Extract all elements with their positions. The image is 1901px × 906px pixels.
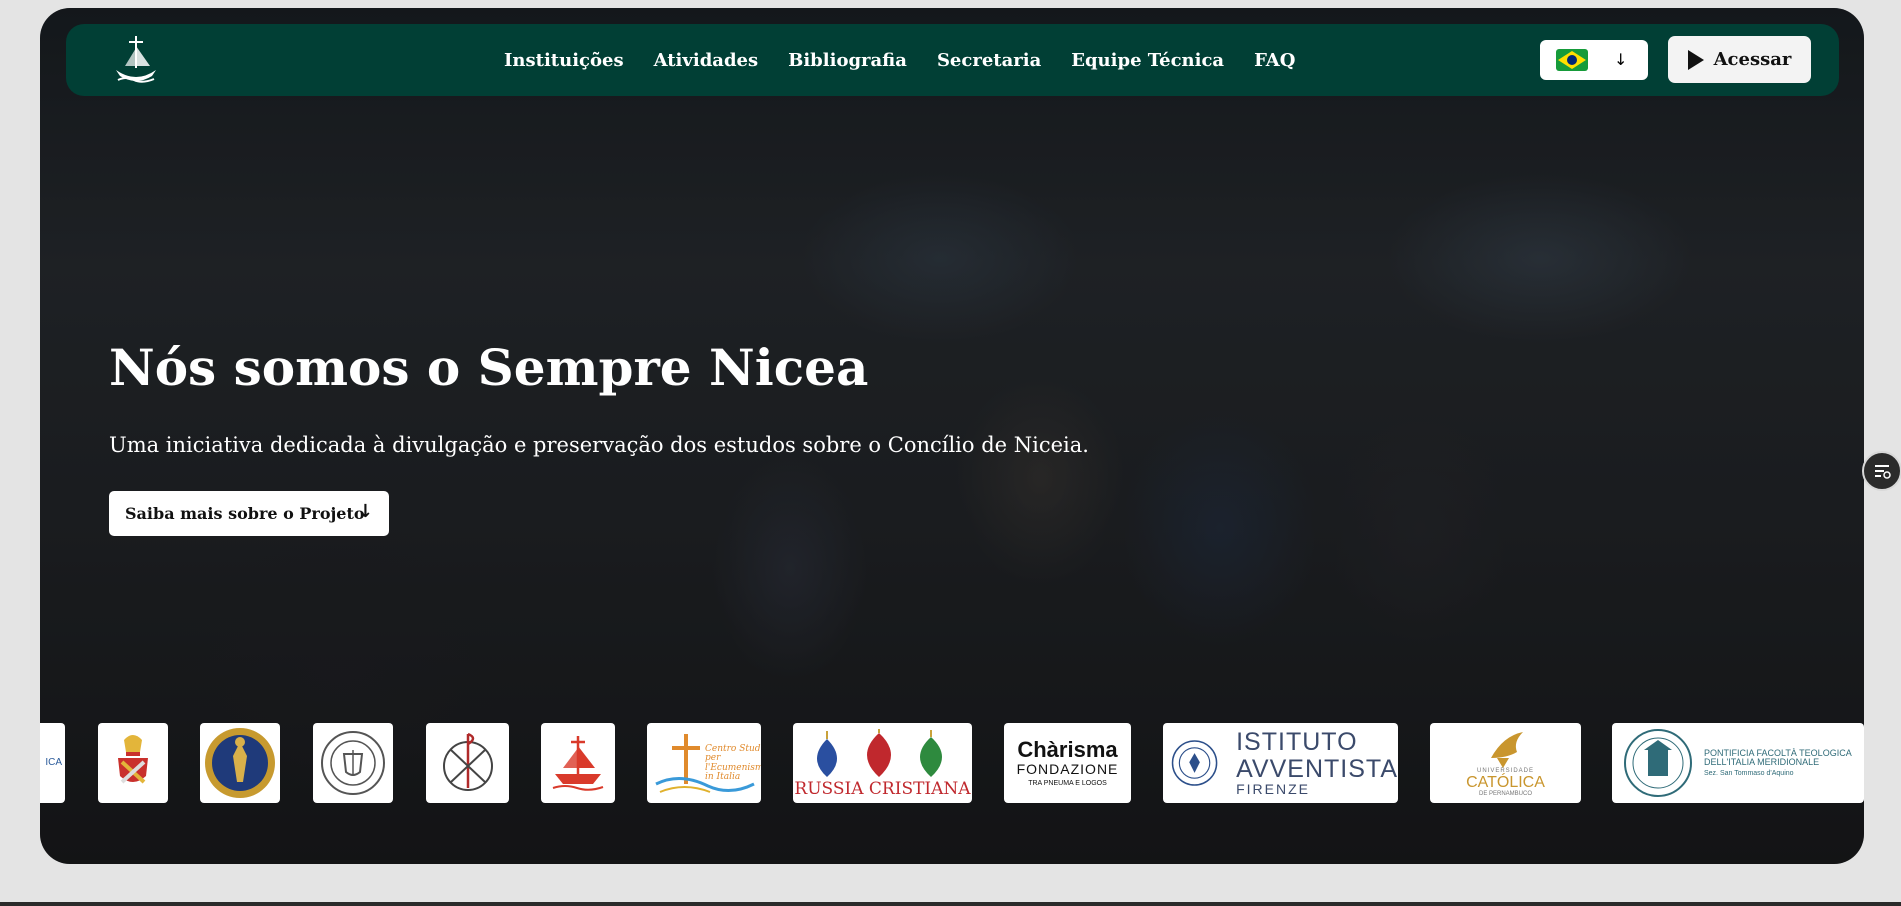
play-icon [1687, 49, 1704, 70]
nav-equipe-tecnica[interactable]: Equipe Técnica [1071, 50, 1224, 71]
nav-instituicoes[interactable]: Instituições [504, 50, 624, 71]
page-title: Nós somos o Sempre Nicea [109, 338, 869, 397]
arrow-down-icon: ↓ [1614, 50, 1628, 69]
partner-logo-gold-seal[interactable] [200, 723, 280, 803]
language-selector[interactable]: ↓ [1540, 40, 1648, 80]
seal-icon [321, 731, 385, 795]
centro-studi-line2: per l'Ecumenismo [705, 753, 761, 773]
brazil-flag-icon [1556, 49, 1588, 71]
seal-icon [1171, 740, 1218, 786]
partner-logo-russia-cristiana[interactable]: RUSSIA CRISTIANA [793, 723, 972, 803]
russia-cristiana-text: RUSSIA CRISTIANA [794, 779, 971, 800]
pontificia-line2: DELL'ITALIA MERIDIONALE [1704, 757, 1820, 768]
learn-more-label: Saiba mais sobre o Projeto [125, 504, 365, 523]
partner-logo-pontificia-facolta[interactable]: PONTIFICIA FACOLTÀ TEOLOGICA DELL'ITALIA… [1612, 723, 1864, 803]
ship-icon [552, 736, 604, 791]
onion-domes-icon [817, 729, 942, 777]
istituto-line3: FIRENZE [1236, 780, 1310, 797]
partner-logo-centro-studi[interactable]: Centro Studi per l'Ecumenismo in Italia [647, 723, 761, 803]
page-bottom-border [0, 902, 1901, 906]
nav-atividades[interactable]: Atividades [654, 50, 759, 71]
charisma-fondazione: FONDAZIONE [1016, 760, 1119, 777]
partner-logo-chi-rho[interactable] [426, 723, 509, 803]
partner-logo-istituto-teologico[interactable] [313, 723, 393, 803]
accessibility-menu-button[interactable] [1862, 451, 1901, 491]
catolica-line2: CATÓLICA [1466, 773, 1545, 791]
istituto-line2: AVVENTISTA [1236, 754, 1398, 783]
access-label: Acessar [1713, 49, 1792, 70]
hero-content: Nós somos o Sempre Nicea Uma iniciativa … [109, 338, 1089, 536]
hero-section: Instituições Atividades Bibliografia Sec… [40, 8, 1864, 864]
partner-logos-carousel: ICA Centro Studi per l'Ecumenis in Itali… [40, 723, 1864, 803]
charisma-title: Chàrisma [1017, 737, 1118, 763]
site-logo[interactable] [108, 32, 164, 88]
access-button[interactable]: Acessar [1668, 36, 1811, 83]
partner-logo-catolica-pernambuco[interactable]: UNIVERSIDADE CATÓLICA DE PERNAMBUCO [1430, 723, 1581, 803]
dove-icon [1490, 732, 1523, 769]
list-settings-icon [1875, 465, 1891, 479]
top-navbar: Instituições Atividades Bibliografia Sec… [66, 24, 1839, 96]
partner-logo-holy-see[interactable] [98, 723, 168, 803]
partner-logo-istituto-avventista[interactable]: ISTITUTO AVVENTISTA FIRENZE [1163, 723, 1398, 803]
catolica-line3: DE PERNAMBUCO [1478, 791, 1532, 798]
arrow-down-icon: ↓ [357, 501, 373, 522]
chi-rho-icon [442, 732, 493, 791]
partner-logo-charisma[interactable]: Chàrisma FONDAZIONE TRA PNEUMA E LOGOS [1004, 723, 1131, 803]
centro-studi-line3: in Italia [705, 772, 741, 783]
nav-links: Instituições Atividades Bibliografia Sec… [504, 24, 1325, 96]
pontificia-line3: Sez. San Tommaso d'Aquino [1704, 769, 1794, 777]
hero-subtitle: Uma iniciativa dedicada à divulgação e p… [109, 433, 1089, 457]
charisma-tagline: TRA PNEUMA E LOGOS [1028, 780, 1107, 788]
partner-logo-ship[interactable] [541, 723, 615, 803]
partner-logo-clipped[interactable]: ICA [40, 723, 65, 803]
seal-icon [1624, 729, 1692, 797]
nav-bibliografia[interactable]: Bibliografia [788, 50, 907, 71]
seal-icon [205, 728, 275, 798]
papal-emblem-icon [118, 735, 148, 784]
istituto-line1: ISTITUTO [1236, 728, 1358, 757]
nav-faq[interactable]: FAQ [1254, 50, 1295, 71]
learn-more-button[interactable]: Saiba mais sobre o Projeto ↓ [109, 491, 389, 536]
nav-secretaria[interactable]: Secretaria [937, 50, 1041, 71]
